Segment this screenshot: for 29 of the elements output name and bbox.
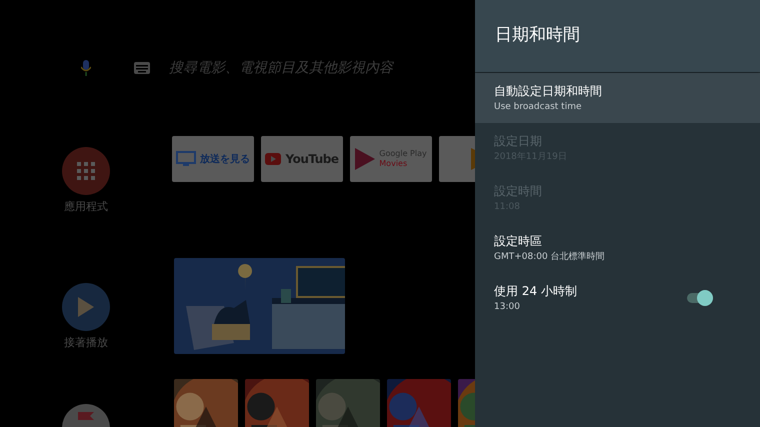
item-subtitle: Use broadcast time [494, 101, 582, 114]
apps-button[interactable] [62, 147, 110, 195]
settings-item[interactable]: 使用 24 小時制 13:00 [475, 273, 760, 323]
item-title: 設定時區 [494, 233, 543, 250]
search-field[interactable]: 搜尋電影、電視節目及其他影視內容 [169, 58, 393, 78]
monitor-icon [176, 151, 196, 167]
nav-label: 應用程式 [64, 199, 108, 215]
item-subtitle: 13:00 [494, 301, 521, 314]
app-tile[interactable]: 放送を見る [172, 136, 254, 182]
flag-icon [78, 412, 94, 420]
item-title: 使用 24 小時制 [494, 283, 578, 300]
microphone-icon[interactable] [81, 60, 91, 76]
play-logo-icon [265, 153, 282, 165]
panel-title: 日期和時間 [495, 24, 580, 48]
film-play-icon [355, 148, 376, 170]
nav-label: 接著播放 [64, 334, 108, 350]
item-title: 自動設定日期和時間 [494, 83, 603, 100]
app-tile[interactable]: YouTube [261, 136, 343, 182]
tile-label: 放送を見る [200, 152, 250, 166]
toggle-switch[interactable] [687, 293, 713, 303]
grid-icon [77, 162, 95, 180]
play-button[interactable] [62, 282, 110, 330]
play-icon [78, 296, 94, 316]
settings-item[interactable]: 設定時區 GMT+08:00 台北標準時間 [475, 223, 760, 273]
settings-item[interactable]: 自動設定日期和時間 Use broadcast time [475, 73, 760, 123]
item-subtitle: GMT+08:00 台北標準時間 [494, 250, 606, 264]
tile-label: YouTube [285, 151, 338, 168]
keyboard-icon[interactable] [134, 62, 150, 74]
tile-sublabel: Movies [379, 159, 408, 169]
